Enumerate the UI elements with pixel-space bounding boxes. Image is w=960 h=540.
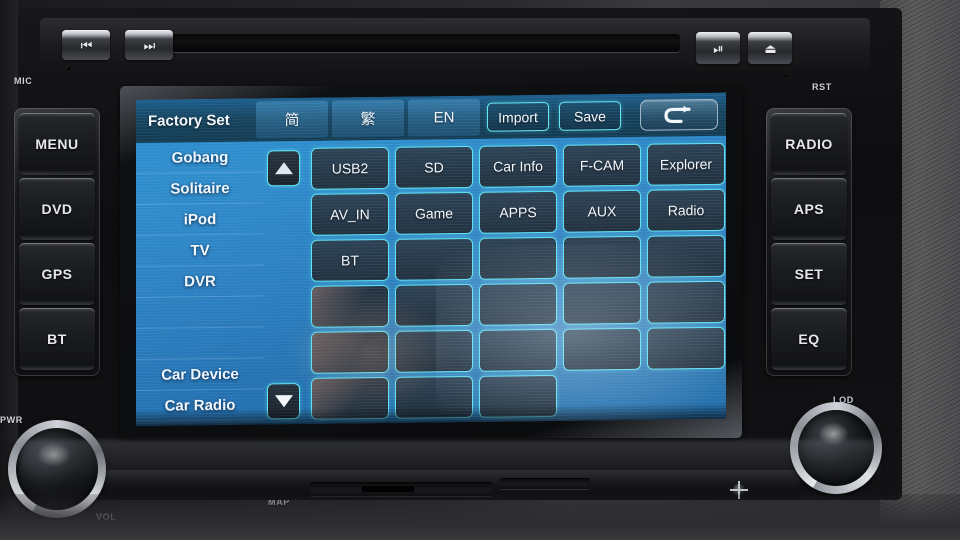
grid-cell-empty[interactable] [563,281,641,325]
grid-cell-empty[interactable] [479,282,557,326]
page-title: Factory Set [148,111,230,130]
volume-knob-highlight [37,441,71,468]
sidebar-item-car-radio[interactable]: Car Radio [136,389,264,422]
grid-cell-car-info[interactable]: Car Info [479,144,557,188]
grid-cell-explorer[interactable]: Explorer [647,142,725,186]
sidebar-item-blank-1[interactable] [136,296,264,329]
grid-cell-empty[interactable] [563,235,641,279]
sidebar-item-blank-2[interactable] [136,327,264,360]
tab-simplified-chinese[interactable]: 简 [256,100,328,139]
dvd-button[interactable]: DVD [19,178,95,240]
menu-button[interactable]: MENU [19,113,95,175]
mic-label: MIC [14,76,33,86]
grid-cell-empty[interactable] [647,234,725,278]
grid-cell-av-in[interactable]: AV_IN [311,192,389,236]
return-arrow-icon [664,105,691,123]
grid-cell-empty[interactable] [311,284,389,328]
reset-pinhole[interactable] [784,74,788,78]
app-grid: USB2 SD Car Info F-CAM Explorer AV_IN Ga… [308,141,726,422]
grid-cell-usb2[interactable]: USB2 [311,146,389,190]
grid-cell-empty[interactable] [395,237,473,281]
grid-cell-aux[interactable]: AUX [563,189,641,233]
header-spacer [626,94,640,137]
eq-button[interactable]: EQ [771,308,847,370]
screen-header: Factory Set 简 繁 EN Import Save [136,92,726,143]
scroll-up-button[interactable] [267,149,300,187]
grid-cell-bt[interactable]: BT [311,238,389,282]
grid-cell-empty[interactable] [647,280,725,324]
grid-cell-empty[interactable] [311,376,389,420]
scroll-down-button[interactable] [267,382,300,420]
dashboard-bottom-shade [0,494,960,540]
play-pause-icon: ⏯ [713,40,723,56]
loudness-knob[interactable] [790,402,882,494]
sidebar-item-ipod[interactable]: iPod [136,203,264,236]
sidebar-item-gobang[interactable]: Gobang [136,141,264,174]
grid-cell-empty[interactable] [395,375,473,419]
grid-cell-empty[interactable] [311,330,389,374]
pwr-label: PWR [0,415,23,425]
triangle-down-icon [274,395,293,408]
sidebar-list: Gobang Solitaire iPod TV DVR Car Device … [136,141,264,426]
gps-button[interactable]: GPS [19,243,95,305]
right-button-column: RADIO APS SET EQ [766,108,852,376]
grid-cell-game[interactable]: Game [395,191,473,235]
rst-label: RST [812,82,832,92]
lcd-screen: Factory Set 简 繁 EN Import Save Gobang So… [136,92,726,426]
sd-card-slot[interactable] [500,478,590,489]
prev-track-icon: ⏮ [80,37,93,53]
save-button[interactable]: Save [559,101,621,131]
radio-button[interactable]: RADIO [771,113,847,175]
grid-cell-empty[interactable] [563,327,641,371]
grid-cell-empty[interactable] [479,236,557,280]
tab-english[interactable]: EN [408,98,480,137]
grid-cell-sd[interactable]: SD [395,145,473,189]
sidebar-item-solitaire[interactable]: Solitaire [136,172,264,205]
next-track-button[interactable]: ⏭ [125,30,173,60]
mic-pinhole [67,67,71,71]
aps-button[interactable]: APS [771,178,847,240]
grid-cell-empty[interactable] [479,328,557,372]
left-button-column: MENU DVD GPS BT [14,108,100,376]
grid-cell-empty[interactable] [647,326,725,370]
grid-cell-f-cam[interactable]: F-CAM [563,143,641,187]
eject-button[interactable]: ⏏ [748,32,792,64]
back-button[interactable] [640,98,718,131]
cd-disc-slot [172,34,680,52]
tab-traditional-chinese[interactable]: 繁 [332,99,404,138]
sidebar-item-tv[interactable]: TV [136,234,264,267]
loudness-knob-highlight [817,422,849,447]
next-track-icon: ⏭ [143,37,156,53]
sidebar-item-dvr[interactable]: DVR [136,265,264,298]
grid-cell-empty[interactable] [479,374,557,418]
bt-button[interactable]: BT [19,308,95,370]
grid-cell-empty[interactable] [395,329,473,373]
eject-icon: ⏏ [764,40,776,56]
set-button[interactable]: SET [771,243,847,305]
triangle-up-icon [274,162,293,175]
sidebar-item-car-device[interactable]: Car Device [136,358,264,391]
grid-cell-empty[interactable] [395,283,473,327]
grid-cell-apps[interactable]: APPS [479,190,557,234]
screenshot-root: ⏮ ⏭ ⏯ ⏏ MIC RST PWR LOD VOL MAP SD IR SE… [0,0,960,540]
import-button[interactable]: Import [487,101,549,132]
play-pause-button[interactable]: ⏯ [696,32,740,64]
grid-cell-radio[interactable]: Radio [647,188,725,232]
map-card-notch [362,486,414,492]
prev-track-button[interactable]: ⏮ [62,30,110,60]
